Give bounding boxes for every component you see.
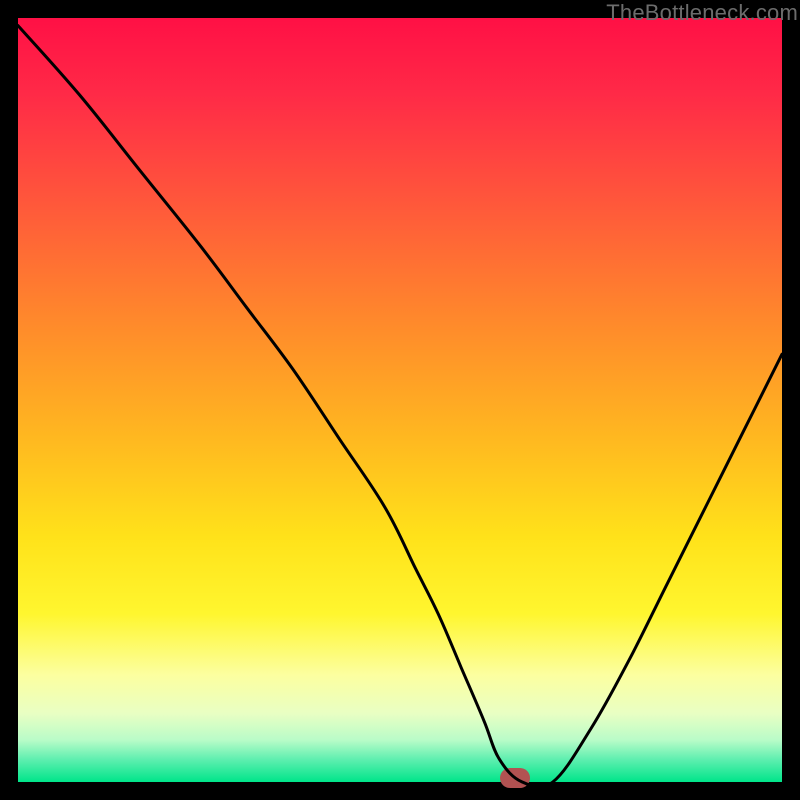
plot-area xyxy=(18,18,782,782)
chart-stage: TheBottleneck.com xyxy=(0,0,800,800)
watermark-text: TheBottleneck.com xyxy=(606,0,798,26)
bottleneck-curve xyxy=(18,26,782,788)
curve-svg xyxy=(18,18,782,782)
